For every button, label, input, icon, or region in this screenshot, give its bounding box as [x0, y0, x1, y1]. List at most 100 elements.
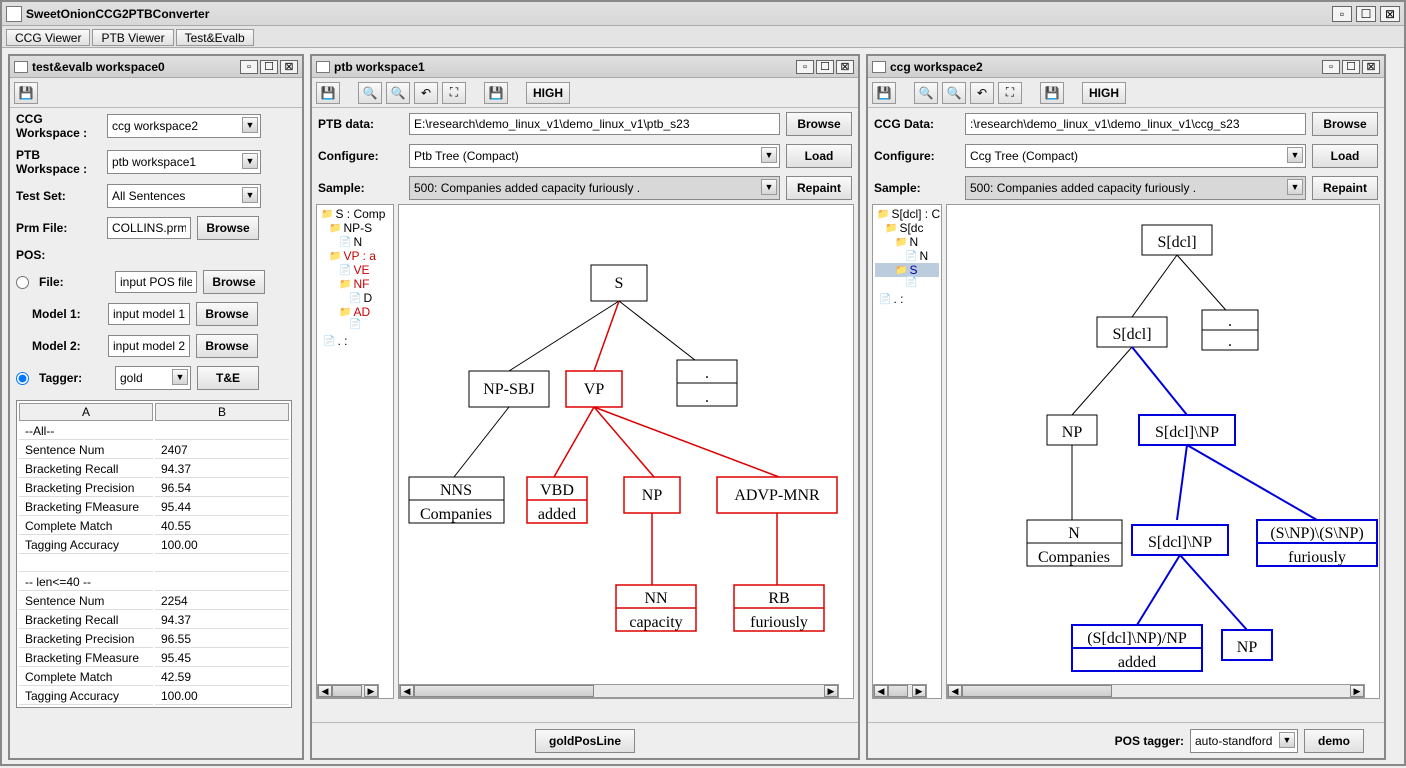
high-button[interactable]: HIGH: [526, 82, 570, 104]
select-test-set[interactable]: All Sentences▼: [107, 184, 261, 208]
chevron-down-icon: ▼: [761, 147, 777, 163]
chevron-down-icon: ▼: [1287, 147, 1303, 163]
svg-text:furiously: furiously: [750, 614, 808, 631]
panel-evalb: test&evalb workspace0 ▫ ☐ ⊠ 💾 CCG Worksp…: [8, 54, 304, 760]
chevron-down-icon: ▼: [242, 117, 258, 133]
label-pos: POS:: [16, 248, 45, 262]
panel-ptb-title: ptb workspace1: [334, 60, 796, 74]
select-ptb-configure[interactable]: Ptb Tree (Compact)▼: [409, 144, 780, 168]
chevron-down-icon: ▼: [172, 369, 188, 385]
panel-ccg-title: ccg workspace2: [890, 60, 1322, 74]
scrollbar-h[interactable]: ◀▶: [873, 684, 927, 698]
svg-text:furiously: furiously: [1288, 549, 1346, 566]
panel-close-icon[interactable]: ⊠: [836, 60, 854, 74]
save-icon[interactable]: 💾: [316, 82, 340, 104]
save-icon[interactable]: 💾: [14, 82, 38, 104]
fit-icon[interactable]: ⛶: [998, 82, 1022, 104]
input-model1[interactable]: [108, 303, 190, 325]
tab-test-evalb[interactable]: Test&Evalb: [176, 29, 254, 46]
panel-max-icon[interactable]: ☐: [1342, 60, 1360, 74]
svg-text:Companies: Companies: [1038, 549, 1110, 566]
tab-ptb-viewer[interactable]: PTB Viewer: [92, 29, 173, 46]
select-ccg-workspace[interactable]: ccg workspace2▼: [107, 114, 261, 138]
zoom-out-icon[interactable]: 🔍: [386, 82, 410, 104]
svg-text:Companies: Companies: [420, 506, 492, 523]
svg-text:NP: NP: [1062, 424, 1083, 441]
panel-min-icon[interactable]: ▫: [1322, 60, 1340, 74]
panel-close-icon[interactable]: ⊠: [280, 60, 298, 74]
radio-tagger[interactable]: [16, 372, 29, 385]
label-ccg-configure: Configure:: [874, 149, 959, 163]
browse-ptb-button[interactable]: Browse: [786, 112, 852, 136]
chevron-down-icon: ▼: [242, 153, 258, 169]
table-row: Sentence Num2407: [19, 442, 289, 459]
chevron-down-icon: ▼: [1287, 179, 1303, 195]
load-ptb-button[interactable]: Load: [786, 144, 852, 168]
svg-text:.: .: [705, 389, 709, 406]
select-tagger[interactable]: gold▼: [115, 366, 191, 390]
zoom-out-icon[interactable]: 🔍: [942, 82, 966, 104]
select-ccg-configure[interactable]: Ccg Tree (Compact)▼: [965, 144, 1306, 168]
undo-icon[interactable]: ↶: [970, 82, 994, 104]
panel-close-icon[interactable]: ⊠: [1362, 60, 1380, 74]
table-row: Complete Match40.55: [19, 518, 289, 535]
input-ccg-data[interactable]: [965, 113, 1306, 135]
input-pos-file[interactable]: [115, 271, 197, 293]
panel-evalb-title: test&evalb workspace0: [32, 60, 240, 74]
goldposline-button[interactable]: goldPosLine: [535, 729, 635, 753]
ptb-outline[interactable]: S : Comp NP-S N VP : a VE NF D AD . : ◀▶: [316, 204, 394, 699]
panel-icon: [14, 61, 28, 73]
save-icon[interactable]: 💾: [872, 82, 896, 104]
panel-max-icon[interactable]: ☐: [816, 60, 834, 74]
browse-pos-button[interactable]: Browse: [203, 270, 265, 294]
disk-icon[interactable]: 💾: [1040, 82, 1064, 104]
zoom-in-icon[interactable]: 🔍: [358, 82, 382, 104]
scrollbar-h[interactable]: ◀▶: [947, 684, 1365, 698]
panel-max-icon[interactable]: ☐: [260, 60, 278, 74]
svg-text:capacity: capacity: [629, 614, 682, 631]
close-icon[interactable]: ⊠: [1380, 6, 1400, 22]
svg-text:NN: NN: [644, 590, 668, 607]
scrollbar-h[interactable]: ◀▶: [317, 684, 379, 698]
select-ptb-workspace[interactable]: ptb workspace1▼: [107, 150, 261, 174]
browse-ccg-button[interactable]: Browse: [1312, 112, 1378, 136]
repaint-ccg-button[interactable]: Repaint: [1312, 176, 1378, 200]
select-ptb-sample[interactable]: 500: Companies added capacity furiously …: [409, 176, 780, 200]
te-button[interactable]: T&E: [197, 366, 259, 390]
demo-button[interactable]: demo: [1304, 729, 1364, 753]
minimize-icon[interactable]: ▫: [1332, 6, 1352, 22]
panel-min-icon[interactable]: ▫: [240, 60, 258, 74]
svg-text:VBD: VBD: [540, 482, 574, 499]
zoom-in-icon[interactable]: 🔍: [914, 82, 938, 104]
svg-text:NP: NP: [642, 487, 663, 504]
high-button[interactable]: HIGH: [1082, 82, 1126, 104]
app-window: SweetOnionCCG2PTBConverter ▫ ☐ ⊠ CCG Vie…: [0, 0, 1406, 766]
table-row: -- len<=40 --: [19, 574, 289, 591]
label-ccg-sample: Sample:: [874, 181, 959, 195]
input-ptb-data[interactable]: [409, 113, 780, 135]
select-pos-tagger[interactable]: auto-standford▼: [1190, 729, 1298, 753]
table-row: Bracketing FMeasure95.45: [19, 650, 289, 667]
browse-model2-button[interactable]: Browse: [196, 334, 258, 358]
repaint-ptb-button[interactable]: Repaint: [786, 176, 852, 200]
radio-file[interactable]: [16, 276, 29, 289]
input-prm-file[interactable]: [107, 217, 191, 239]
input-model2[interactable]: [108, 335, 190, 357]
maximize-icon[interactable]: ☐: [1356, 6, 1376, 22]
ccg-outline[interactable]: S[dcl] : C S[dc N N S . : ◀▶: [872, 204, 942, 699]
table-row: Tagging Accuracy100.00: [19, 537, 289, 554]
browse-model1-button[interactable]: Browse: [196, 302, 258, 326]
chevron-down-icon: ▼: [242, 187, 258, 203]
disk-icon[interactable]: 💾: [484, 82, 508, 104]
fit-icon[interactable]: ⛶: [442, 82, 466, 104]
load-ccg-button[interactable]: Load: [1312, 144, 1378, 168]
panel-min-icon[interactable]: ▫: [796, 60, 814, 74]
browse-prm-button[interactable]: Browse: [197, 216, 259, 240]
ccg-tree-canvas[interactable]: S[dcl] S[dcl] .. NP S[dcl]\NP: [946, 204, 1380, 699]
ptb-tree-canvas[interactable]: S NP-SBJ VP .. NNSCompanies VBDadded: [398, 204, 854, 699]
tab-ccg-viewer[interactable]: CCG Viewer: [6, 29, 90, 46]
label-ccg-data: CCG Data:: [874, 117, 959, 131]
undo-icon[interactable]: ↶: [414, 82, 438, 104]
scrollbar-h[interactable]: ◀▶: [399, 684, 839, 698]
select-ccg-sample[interactable]: 500: Companies added capacity furiously …: [965, 176, 1306, 200]
